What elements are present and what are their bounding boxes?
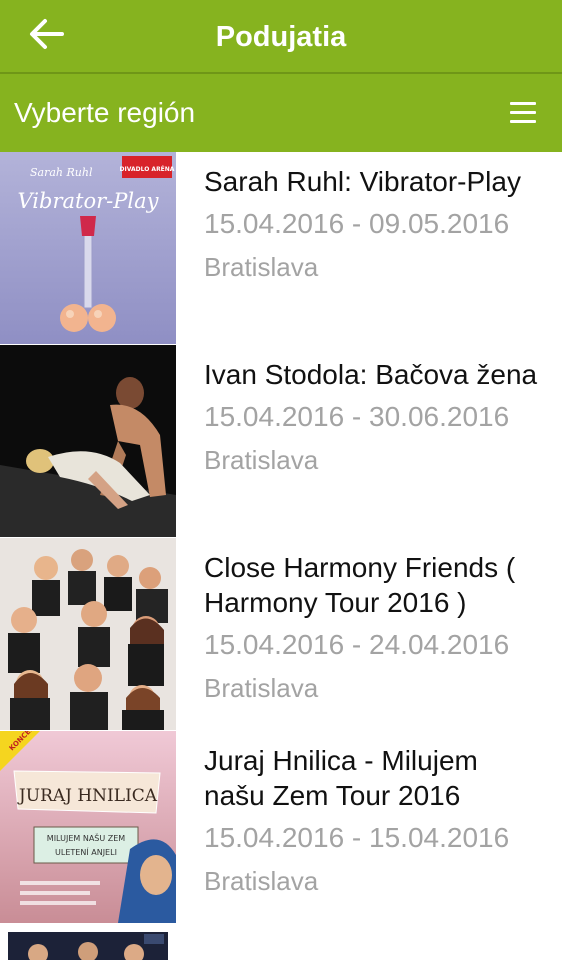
hamburger-menu-icon[interactable]	[510, 102, 536, 124]
poster-author-text: Sarah Ruhl	[30, 166, 93, 179]
event-poster-image: Sarah Ruhl DIVADLO ARÉNA Vibrator-Play	[0, 152, 176, 344]
page-title: Podujatia	[215, 21, 347, 53]
region-selector[interactable]: Vyberte región	[0, 74, 562, 152]
region-selector-label: Vyberte región	[14, 97, 196, 128]
poster-name-text: JURAJ HNILICA	[17, 786, 158, 806]
event-city: Bratislava	[204, 673, 319, 703]
event-list-item[interactable]: KONCERT JURAJ HNILICA MILUJEM NAŠU ZEM U…	[0, 731, 562, 924]
event-list-item[interactable]: Close Harmony Friends ( Harmony Tour 201…	[0, 538, 562, 731]
event-poster-image-partial[interactable]	[8, 932, 168, 960]
event-poster-image	[0, 345, 176, 537]
poster-title-text: Vibrator-Play	[18, 189, 160, 213]
poster-line1-text: MILUJEM NAŠU ZEM	[47, 832, 126, 843]
event-city: Bratislava	[204, 445, 319, 475]
event-dates: 15.04.2016 - 09.05.2016	[204, 208, 510, 239]
event-poster-image: KONCERT JURAJ HNILICA MILUJEM NAŠU ZEM U…	[0, 731, 176, 923]
back-arrow-icon	[28, 18, 64, 55]
event-dates: 15.04.2016 - 15.04.2016	[204, 822, 510, 853]
event-city: Bratislava	[204, 252, 319, 282]
event-list-item[interactable]: Ivan Stodola: Bačova žena 15.04.2016 - 3…	[0, 345, 562, 538]
event-dates: 15.04.2016 - 30.06.2016	[204, 401, 510, 432]
event-list-item[interactable]: Sarah Ruhl DIVADLO ARÉNA Vibrator-Play S…	[0, 152, 562, 345]
event-list: Sarah Ruhl DIVADLO ARÉNA Vibrator-Play S…	[0, 152, 562, 924]
event-title: Close Harmony Friends ( Harmony Tour 201…	[204, 552, 516, 618]
back-button[interactable]	[22, 14, 70, 58]
event-title: Sarah Ruhl: Vibrator-Play	[204, 166, 521, 197]
event-title: Ivan Stodola: Bačova žena	[204, 359, 538, 390]
event-dates: 15.04.2016 - 24.04.2016	[204, 629, 510, 660]
navigation-bar: Podujatia	[0, 0, 562, 74]
events-screen: Podujatia Vyberte región Sarah Ruhl DIVA…	[0, 0, 562, 960]
event-title: Juraj Hnilica - Milujem našu Zem Tour 20…	[204, 745, 478, 811]
poster-line2-text: ULETENÍ ANJELI	[55, 846, 117, 857]
event-poster-image	[0, 538, 176, 730]
poster-badge-text: DIVADLO ARÉNA	[120, 165, 175, 173]
event-city: Bratislava	[204, 866, 319, 896]
